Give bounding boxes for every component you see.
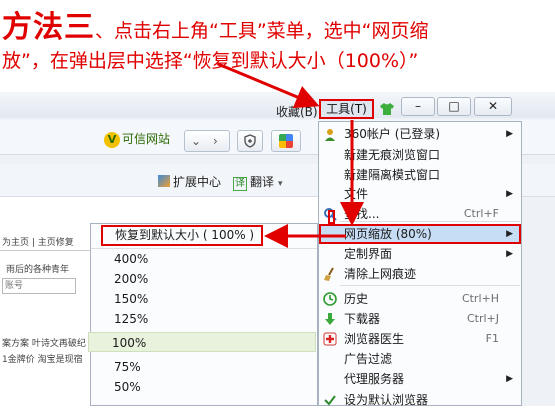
arrow-to-tools (217, 62, 320, 109)
annotation-arrows (217, 62, 364, 248)
